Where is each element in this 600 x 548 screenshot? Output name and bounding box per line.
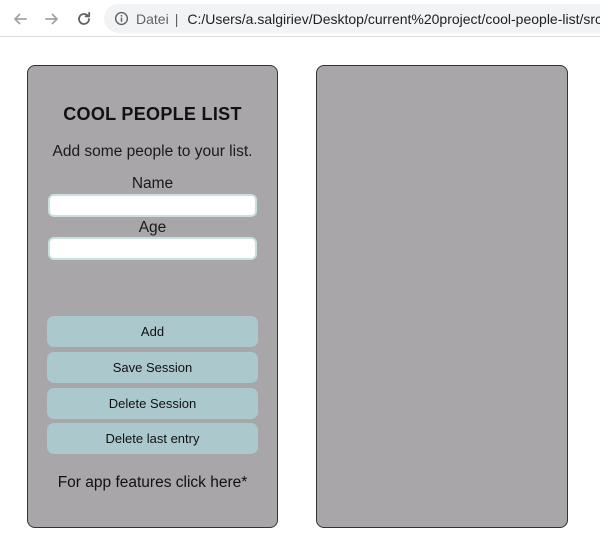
app-features-link[interactable]: For app features click here* [28, 474, 277, 492]
delete-last-entry-button[interactable]: Delete last entry [47, 423, 258, 454]
delete-session-button[interactable]: Delete Session [47, 388, 258, 419]
url-text: C:/Users/a.salgiriev/Desktop/current%20p… [187, 10, 600, 27]
reload-button[interactable] [73, 8, 95, 30]
save-session-button[interactable]: Save Session [47, 352, 258, 383]
info-icon[interactable] [114, 11, 129, 26]
scheme-label: Datei [136, 10, 169, 27]
forward-arrow-icon [45, 13, 58, 25]
name-field[interactable] [48, 194, 257, 217]
age-field[interactable] [48, 237, 257, 260]
input-panel: COOL PEOPLE LIST Add some people to your… [27, 65, 278, 528]
address-separator: | [174, 10, 179, 27]
back-arrow-icon [14, 13, 27, 25]
name-label: Name [131, 175, 174, 192]
page-title: COOL PEOPLE LIST [63, 104, 242, 124]
people-list-panel [316, 65, 568, 528]
back-button[interactable] [9, 8, 31, 30]
reload-icon [78, 11, 91, 25]
age-label: Age [138, 219, 167, 236]
browser-toolbar: Datei | C:/Users/a.salgiriev/Desktop/cur… [0, 0, 600, 37]
address-bar[interactable]: Datei | C:/Users/a.salgiriev/Desktop/cur… [104, 4, 600, 33]
subtitle: Add some people to your list. [52, 143, 253, 160]
add-button[interactable]: Add [47, 316, 258, 347]
forward-button[interactable] [41, 8, 63, 30]
